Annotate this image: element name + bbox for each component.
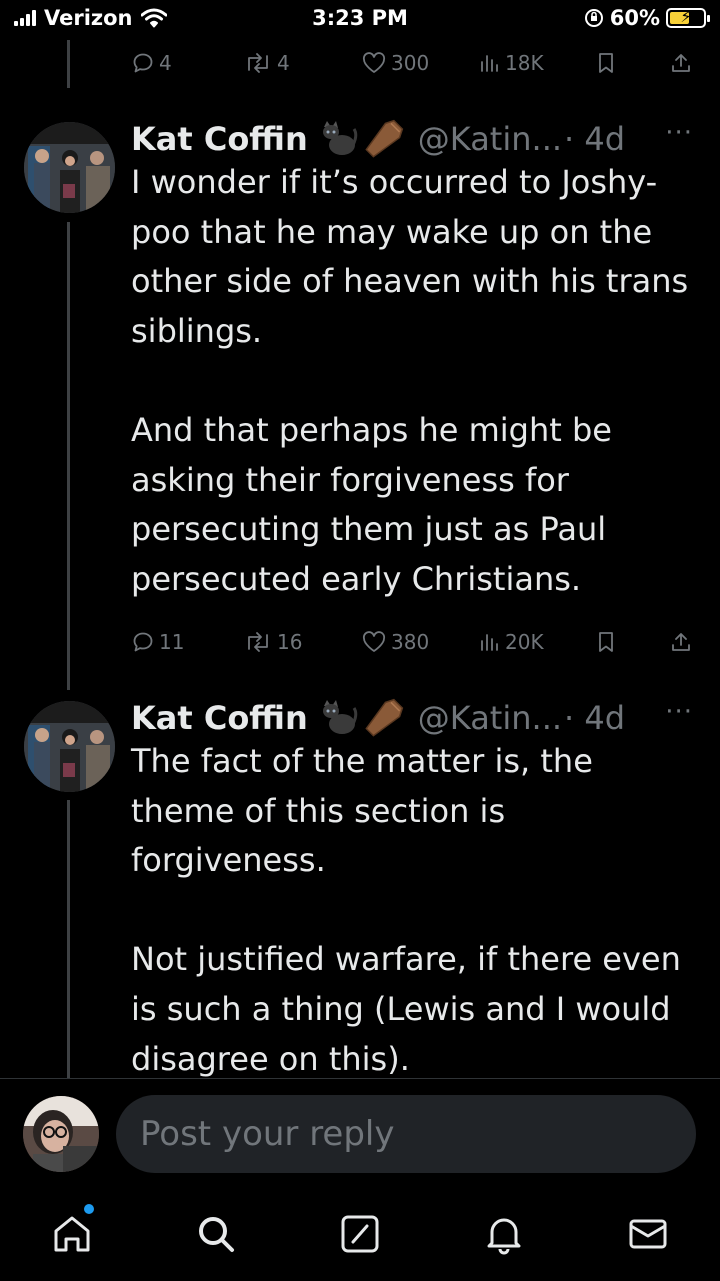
avatar[interactable] — [24, 701, 115, 792]
reply-button[interactable]: 11 — [131, 627, 184, 657]
nav-home[interactable] — [48, 1204, 96, 1258]
reply-count: 4 — [159, 51, 172, 75]
bookmark-button[interactable] — [595, 627, 617, 657]
views-icon — [481, 55, 498, 72]
repost-icon — [248, 632, 268, 652]
notification-dot — [84, 1204, 94, 1214]
nav-messages[interactable] — [624, 1210, 672, 1258]
like-button[interactable]: 300 — [361, 48, 429, 78]
tweet-text: The fact of the matter is, the theme of … — [131, 737, 691, 1078]
heart-icon — [362, 631, 386, 652]
more-options-button[interactable]: ··· — [665, 697, 693, 727]
like-count: 300 — [391, 51, 430, 75]
reply-bar: Post your reply — [0, 1078, 720, 1186]
like-count: 380 — [391, 630, 430, 654]
display-name[interactable]: Kat Coffin — [131, 120, 308, 158]
status-bar: Verizon 3:23 PM 60% ⚡ — [0, 0, 720, 40]
bottom-nav — [0, 1186, 720, 1281]
tweet-paragraph: The fact of the matter is, the theme of … — [131, 742, 593, 880]
tweet-paragraph: And that perhaps he might be asking thei… — [131, 410, 612, 598]
compose-icon — [341, 1215, 379, 1253]
tweet-age[interactable]: · 4d — [564, 699, 625, 737]
name-emoji — [318, 698, 406, 738]
tweet-paragraph: Not justified warfare, if there even is … — [131, 940, 681, 1078]
repost-count: 16 — [277, 630, 303, 654]
tweet-header: Kat Coffin @Katin... · 4d ··· — [131, 114, 701, 164]
display-name[interactable]: Kat Coffin — [131, 699, 308, 737]
tweet-actions: 4 4 300 18K — [131, 48, 701, 78]
nav-compose[interactable] — [336, 1210, 384, 1258]
views-icon — [481, 634, 498, 651]
share-icon — [672, 54, 690, 72]
heart-icon — [362, 52, 386, 73]
bookmark-icon — [599, 53, 613, 73]
tweet-paragraph: I wonder if it’s occurred to Joshy-poo t… — [131, 163, 689, 350]
share-button[interactable] — [669, 627, 693, 657]
nav-notifications[interactable] — [480, 1210, 528, 1258]
repost-button[interactable]: 16 — [243, 627, 302, 657]
black-cat-icon — [322, 700, 358, 734]
repost-button[interactable]: 4 — [243, 48, 290, 78]
my-avatar[interactable] — [23, 1096, 99, 1172]
like-button[interactable]: 380 — [361, 627, 429, 657]
reply-input[interactable]: Post your reply — [116, 1095, 696, 1173]
tweet-actions: 11 16 380 20K — [131, 627, 701, 657]
bookmark-icon — [599, 632, 613, 652]
coffin-icon — [365, 698, 404, 737]
user-handle[interactable]: @Katin... — [418, 699, 562, 737]
name-emoji — [318, 119, 406, 159]
tweet[interactable]: Kat Coffin @Katin... · 4d ··· The fact o… — [0, 693, 720, 1078]
tweet-text: I wonder if it’s occurred to Joshy-poo t… — [131, 158, 691, 604]
reply-icon — [133, 632, 153, 652]
nav-search[interactable] — [192, 1210, 240, 1258]
reply-count: 11 — [159, 630, 185, 654]
share-button[interactable] — [669, 48, 693, 78]
repost-icon — [248, 53, 268, 73]
notifications-icon — [487, 1218, 521, 1255]
coffin-icon — [365, 119, 404, 158]
views-button[interactable]: 20K — [479, 627, 544, 657]
bookmark-button[interactable] — [595, 48, 617, 78]
thread-line — [67, 40, 70, 88]
tweet-header: Kat Coffin @Katin... · 4d ··· — [131, 693, 701, 743]
battery-icon: ⚡ — [666, 7, 710, 28]
tweet-age[interactable]: · 4d — [564, 120, 625, 158]
views-button[interactable]: 18K — [479, 48, 544, 78]
search-icon — [199, 1217, 234, 1252]
tweet[interactable]: Kat Coffin @Katin... · 4d ··· I wonder i… — [0, 114, 720, 604]
repost-count: 4 — [277, 51, 290, 75]
battery-percent: 60% — [609, 6, 660, 30]
orientation-lock-icon — [584, 9, 603, 27]
reply-icon — [133, 53, 153, 73]
more-options-button[interactable]: ··· — [665, 118, 693, 148]
black-cat-icon — [322, 121, 358, 155]
messages-icon — [629, 1219, 667, 1249]
view-count: 18K — [505, 51, 544, 75]
home-icon — [54, 1216, 90, 1252]
user-handle[interactable]: @Katin... — [418, 120, 562, 158]
avatar[interactable] — [24, 122, 115, 213]
view-count: 20K — [505, 630, 544, 654]
share-icon — [672, 633, 690, 651]
status-right: 60% ⚡ — [584, 6, 710, 30]
reply-button[interactable]: 4 — [131, 48, 172, 78]
